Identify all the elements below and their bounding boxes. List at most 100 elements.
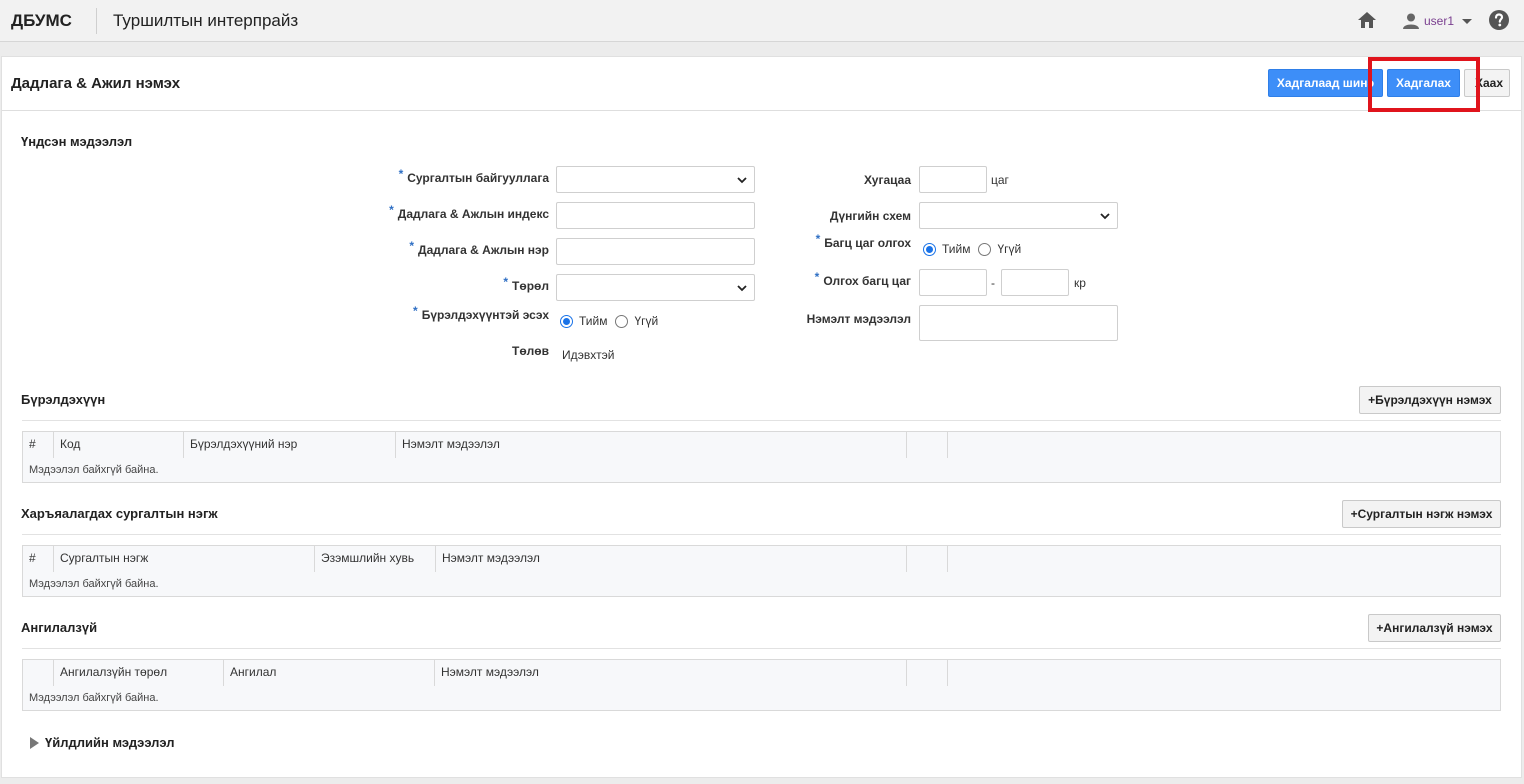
duration-input[interactable] <box>919 166 987 193</box>
status-value: Идэвхтэй <box>562 348 615 362</box>
org-label: * Сургалтын байгууллага <box>302 167 549 185</box>
add-unit-button[interactable]: +Сургалтын нэгж нэмэх <box>1342 500 1501 528</box>
duration-unit: цаг <box>991 173 1009 187</box>
column-header[interactable]: Бүрэлдэхүүний нэр <box>184 432 396 458</box>
chevron-down-icon <box>1100 213 1110 220</box>
categories-table: Ангилалзүйн төрөл Ангилал Нэмэлт мэдээлэ… <box>22 659 1501 711</box>
caret-down-icon[interactable] <box>1462 16 1473 26</box>
components-table: # Код Бүрэлдэхүүний нэр Нэмэлт мэдээлэл … <box>22 431 1501 483</box>
credit-no-radio[interactable] <box>978 242 992 256</box>
name-input[interactable] <box>556 238 755 265</box>
credit-label: * Багц цаг олгох <box>762 232 911 250</box>
column-header <box>907 432 948 458</box>
home-icon[interactable] <box>1357 10 1377 30</box>
table-header: # Сургалтын нэгж Эзэмшлийн хувь Нэмэлт м… <box>23 546 948 572</box>
index-label-text: Дадлага & Ажлын индекс <box>397 207 549 221</box>
section-title-categories: Ангилалзүй <box>21 620 98 635</box>
type-label-text: Төрөл <box>512 279 549 293</box>
has-components-label: * Бүрэлдэхүүнтэй эсэх <box>302 304 549 322</box>
column-header <box>907 546 948 572</box>
credit-range-label: * Олгох багц цаг <box>762 270 911 288</box>
org-select[interactable] <box>556 166 755 193</box>
column-header[interactable]: Нэмэлт мэдээлэл <box>436 546 907 572</box>
save-and-new-button[interactable]: Хадгалаад шинэ <box>1268 69 1383 97</box>
page-title: Дадлага & Ажил нэмэх <box>11 75 181 92</box>
index-input[interactable] <box>556 202 755 229</box>
top-bar: ДБУМС Туршилтын интерпрайз user1 <box>0 0 1524 42</box>
add-category-button[interactable]: +Ангилалзүй нэмэх <box>1368 614 1501 642</box>
triangle-right-icon <box>30 736 39 749</box>
has-components-no-radio[interactable] <box>615 314 629 328</box>
has-components-yes-radio[interactable] <box>560 314 573 328</box>
table-body: Мэдээлэл байхгүй байна. <box>23 572 1500 596</box>
brand-logo[interactable]: ДБУМС <box>11 11 72 31</box>
type-label: * Төрөл <box>302 275 549 293</box>
required-mark: * <box>814 270 820 284</box>
credit-radio-group: Тийм Үгүй <box>923 242 1029 256</box>
name-label: * Дадлага & Ажлын нэр <box>302 239 549 257</box>
column-header[interactable]: Ангилал <box>224 660 435 686</box>
no-label: Үгүй <box>997 242 1022 256</box>
has-components-radio-group: Тийм Үгүй <box>560 314 666 328</box>
note-label: Нэмэлт мэдээлэл <box>806 312 911 326</box>
user-icon <box>1403 13 1419 29</box>
credit-max-input[interactable] <box>1001 269 1069 296</box>
activity-info-expander[interactable]: Үйлдлийн мэдээлэл <box>30 735 175 750</box>
range-dash: - <box>991 276 995 290</box>
section-title-basic: Үндсэн мэдээлэл <box>21 134 133 149</box>
credit-unit: кр <box>1074 276 1086 290</box>
table-body: Мэдээлэл байхгүй байна. <box>23 458 1500 482</box>
user-name[interactable]: user1 <box>1424 14 1454 28</box>
app-title: Туршилтын интерпрайз <box>113 11 299 30</box>
note-textarea[interactable] <box>919 305 1118 341</box>
column-header[interactable]: # <box>23 432 54 458</box>
column-header[interactable]: Эзэмшлийн хувь <box>315 546 436 572</box>
credit-min-input[interactable] <box>919 269 987 296</box>
close-button[interactable]: Хаах <box>1464 69 1510 97</box>
required-mark: * <box>389 203 394 217</box>
empty-message: Мэдээлэл байхгүй байна. <box>29 578 159 590</box>
name-label-text: Дадлага & Ажлын нэр <box>418 243 549 257</box>
index-label: * Дадлага & Ажлын индекс <box>302 203 549 221</box>
section-title-components: Бүрэлдэхүүн <box>21 392 106 407</box>
section-divider <box>22 648 1501 649</box>
column-header[interactable]: Нэмэлт мэдээлэл <box>396 432 907 458</box>
section-divider <box>22 534 1501 535</box>
table-body: Мэдээлэл байхгүй байна. <box>23 686 1500 710</box>
column-header[interactable]: Сургалтын нэгж <box>54 546 315 572</box>
panel-header: Дадлага & Ажил нэмэх Хадгалаад шинэ Хадг… <box>2 57 1521 112</box>
column-header[interactable]: Код <box>54 432 184 458</box>
main-panel: Дадлага & Ажил нэмэх Хадгалаад шинэ Хадг… <box>1 56 1522 778</box>
help-icon[interactable] <box>1488 9 1510 31</box>
section-divider <box>22 420 1501 421</box>
empty-message: Мэдээлэл байхгүй байна. <box>29 464 159 476</box>
column-header[interactable]: Нэмэлт мэдээлэл <box>435 660 907 686</box>
chevron-down-icon <box>737 285 747 292</box>
table-header: Ангилалзүйн төрөл Ангилал Нэмэлт мэдээлэ… <box>23 660 948 686</box>
no-label: Үгүй <box>634 314 659 328</box>
units-table: # Сургалтын нэгж Эзэмшлийн хувь Нэмэлт м… <box>22 545 1501 597</box>
user-menu[interactable]: user1 <box>1402 11 1473 31</box>
save-button[interactable]: Хадгалах <box>1387 69 1460 97</box>
column-header[interactable]: # <box>23 546 54 572</box>
column-header[interactable]: Ангилалзүйн төрөл <box>54 660 224 686</box>
required-mark: * <box>409 239 415 253</box>
has-components-label-text: Бүрэлдэхүүнтэй эсэх <box>421 308 549 322</box>
brand-divider <box>96 8 97 34</box>
required-mark: * <box>413 304 418 318</box>
credit-label-text: Багц цаг олгох <box>824 236 911 250</box>
chevron-down-icon <box>737 177 747 184</box>
status-label: Төлөв <box>512 344 549 358</box>
duration-label: Хугацаа <box>863 173 911 187</box>
column-header <box>23 660 54 686</box>
org-label-text: Сургалтын байгууллага <box>407 171 549 185</box>
section-title-units: Харъяалагдах сургалтын нэгж <box>21 506 218 521</box>
table-header: # Код Бүрэлдэхүүний нэр Нэмэлт мэдээлэл <box>23 432 948 458</box>
grade-scheme-select[interactable] <box>919 202 1118 229</box>
grade-scheme-label: Дүнгийн схем <box>829 209 911 223</box>
yes-label: Тийм <box>579 314 608 328</box>
add-component-button[interactable]: +Бүрэлдэхүүн нэмэх <box>1359 386 1501 414</box>
credit-yes-radio[interactable] <box>923 242 936 256</box>
type-select[interactable] <box>556 274 755 301</box>
required-mark: * <box>503 275 509 289</box>
